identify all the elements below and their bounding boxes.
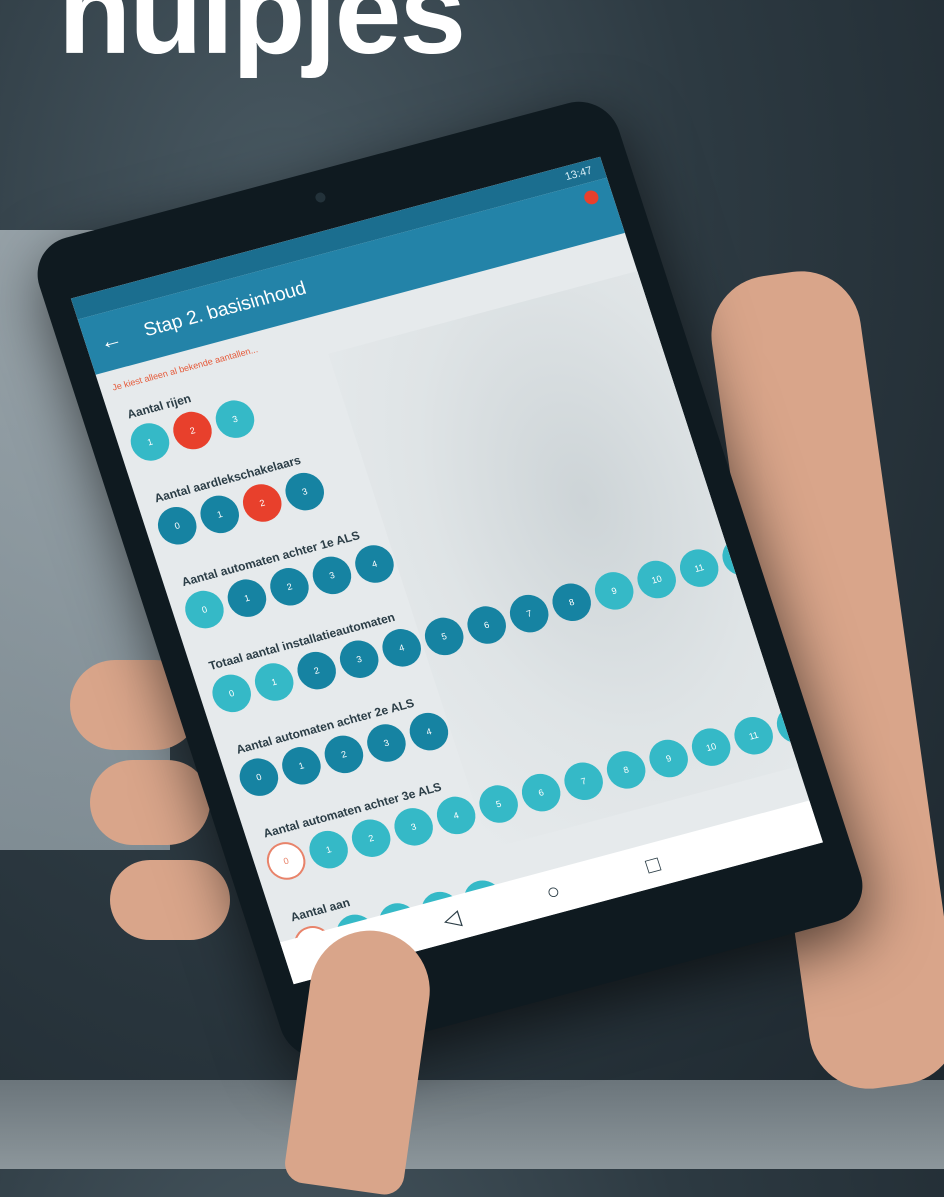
option-circle-button[interactable]: 2: [265, 563, 314, 610]
option-circle-button[interactable]: 1: [222, 575, 272, 622]
option-circle-button[interactable]: 10: [686, 724, 736, 771]
option-circle-button[interactable]: 5: [419, 613, 469, 660]
option-circle-button[interactable]: 4: [377, 624, 426, 671]
left-finger-2: [90, 760, 210, 845]
option-circle-button[interactable]: 9: [589, 567, 639, 614]
option-circle-button[interactable]: 0: [207, 670, 256, 717]
option-circle-button[interactable]: 7: [504, 590, 554, 637]
pin-badge-icon[interactable]: [582, 188, 601, 206]
option-circle-button[interactable]: 2: [237, 479, 287, 526]
option-circle-button[interactable]: 3: [280, 468, 329, 515]
camera-lens: [314, 191, 327, 204]
headline-line-1: hulpjes: [58, 0, 466, 79]
option-circle-button[interactable]: 3: [389, 803, 438, 850]
option-circle-button[interactable]: 11: [674, 545, 724, 592]
option-circle-button[interactable]: 9: [644, 735, 693, 782]
option-circle-button[interactable]: 3: [362, 719, 411, 767]
option-circle-button[interactable]: 10: [632, 556, 681, 603]
option-circle-button[interactable]: 3: [334, 636, 384, 683]
square-recent-icon[interactable]: □: [643, 851, 664, 879]
option-circle-button[interactable]: 2: [319, 731, 369, 778]
option-circle-button[interactable]: 7: [559, 758, 608, 805]
left-finger-3: [110, 860, 230, 940]
option-circle-button[interactable]: 4: [404, 708, 454, 755]
option-circle-button[interactable]: 4: [431, 792, 481, 839]
option-circle-button[interactable]: 8: [547, 579, 596, 626]
circle-home-icon[interactable]: ○: [543, 878, 564, 906]
option-circle-button[interactable]: 0: [261, 837, 311, 884]
option-circle-button[interactable]: 2: [168, 407, 217, 454]
option-circle-button[interactable]: 0: [234, 754, 284, 801]
option-circle-button[interactable]: 8: [601, 746, 651, 793]
option-circle-button[interactable]: 5: [474, 781, 523, 828]
option-circle-button[interactable]: 2: [292, 647, 341, 694]
option-circle-button[interactable]: 6: [462, 602, 511, 649]
option-circle-button[interactable]: 1: [304, 826, 353, 873]
background-floor: [0, 1080, 944, 1169]
status-time: 13:47: [563, 164, 594, 184]
option-circle-button[interactable]: 1: [249, 658, 299, 705]
option-circle-button[interactable]: 6: [516, 769, 566, 816]
option-circle-button[interactable]: 11: [729, 712, 778, 759]
option-circle-button[interactable]: 3: [307, 552, 357, 599]
option-circle-button[interactable]: 0: [152, 502, 202, 549]
option-circle-button[interactable]: 1: [195, 491, 244, 538]
headline: hulpjes: [58, 0, 466, 79]
option-circle-button[interactable]: 4: [350, 540, 399, 588]
triangle-back-icon[interactable]: ◁: [440, 905, 464, 934]
option-circle-button[interactable]: 3: [210, 396, 260, 443]
option-circle-button[interactable]: 1: [277, 742, 326, 789]
arrow-left-icon[interactable]: ←: [96, 322, 139, 356]
option-circle-button[interactable]: 0: [180, 586, 229, 633]
option-circle-button[interactable]: 1: [125, 418, 175, 465]
option-circle-button[interactable]: 2: [346, 815, 396, 862]
